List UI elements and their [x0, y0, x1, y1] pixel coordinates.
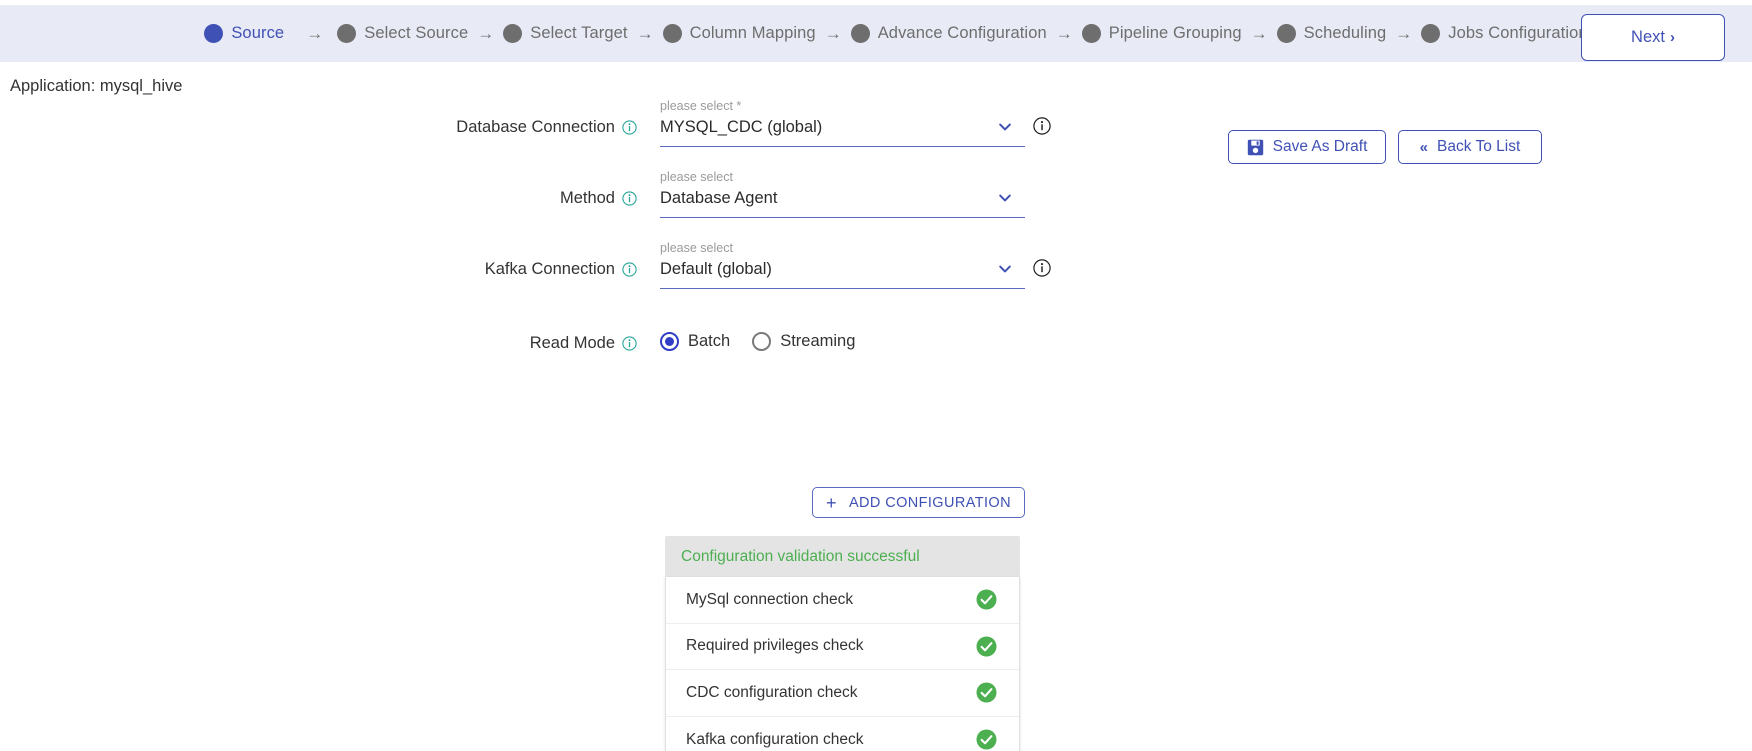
validation-check-label: MySql connection check [686, 590, 854, 608]
step-label: Column Mapping [689, 24, 816, 42]
kafka-connection-field: please select Default (global) [660, 241, 1025, 289]
radio-unselected-icon [752, 332, 772, 351]
check-circle-success-icon [976, 682, 997, 703]
step-source[interactable]: Source [204, 24, 284, 43]
step-label: Scheduling [1303, 24, 1387, 42]
next-button[interactable]: Next › [1581, 14, 1725, 61]
next-button-label: Next [1631, 28, 1665, 46]
validation-check-label: Kafka configuration check [686, 730, 864, 748]
step-jobs-configuration[interactable]: Jobs Configuration [1421, 24, 1588, 43]
step-arrow-icon: → [306, 23, 324, 43]
kafka-connection-help-icon[interactable] [622, 262, 637, 277]
chevron-down-icon[interactable] [997, 261, 1013, 277]
database-connection-caption: please select * [660, 99, 742, 113]
validation-row: CDC configuration check [666, 670, 1019, 717]
kafka-connection-select[interactable]: Default (global) [660, 259, 1025, 289]
step-label: Jobs Configuration [1448, 24, 1588, 42]
check-circle-success-icon [976, 589, 997, 610]
method-label: Method [559, 189, 615, 207]
step-label: Source [231, 24, 285, 42]
plus-icon: + [826, 492, 837, 513]
kafka-connection-value: Default (global) [660, 260, 772, 278]
chevron-down-icon[interactable] [997, 119, 1013, 135]
step-scheduling[interactable]: Scheduling [1276, 24, 1387, 43]
add-configuration-button[interactable]: + ADD CONFIGURATION [812, 487, 1025, 518]
step-dot-icon [1421, 24, 1441, 43]
chevron-down-icon[interactable] [997, 190, 1013, 206]
read-mode-label: Read Mode [529, 334, 615, 352]
step-select-target[interactable]: Select Target [503, 24, 627, 43]
check-circle-success-icon [976, 729, 997, 750]
step-dot-icon [1276, 24, 1296, 43]
validation-check-label: CDC configuration check [686, 683, 858, 701]
stepper-track: Source → Select Source → Select Target →… [0, 5, 1752, 62]
source-configuration-page: Source → Select Source → Select Target →… [0, 0, 1752, 751]
floppy-disk-icon [1247, 139, 1264, 156]
method-select[interactable]: Database Agent [660, 188, 1025, 218]
kafka-connection-label: Kafka Connection [484, 260, 615, 278]
add-configuration-label: ADD CONFIGURATION [848, 494, 1011, 511]
database-connection-label: Database Connection [456, 118, 615, 136]
validation-row: Kafka configuration check [666, 717, 1019, 751]
check-circle-success-icon [976, 636, 997, 657]
validation-check-label: Required privileges check [686, 637, 864, 655]
step-dot-icon [850, 24, 870, 43]
step-pipeline-grouping[interactable]: Pipeline Grouping [1081, 24, 1242, 43]
validation-row: MySql connection check [666, 577, 1019, 624]
database-connection-value: MYSQL_CDC (global) [660, 118, 823, 136]
validation-row: Required privileges check [666, 624, 1019, 670]
wizard-stepper-bar: Source → Select Source → Select Target →… [0, 5, 1752, 62]
method-caption: please select [660, 170, 733, 184]
step-label: Select Target [530, 24, 628, 42]
validation-panel: Configuration validation successful MySq… [665, 536, 1020, 751]
database-connection-select[interactable]: MYSQL_CDC (global) [660, 117, 1025, 147]
database-connection-help-icon[interactable] [622, 120, 637, 135]
save-as-draft-label: Save As Draft [1272, 138, 1368, 155]
back-to-list-button[interactable]: « Back To List [1398, 130, 1542, 164]
kafka-connection-caption: please select [660, 241, 733, 255]
read-mode-help-icon[interactable] [622, 336, 637, 351]
step-column-mapping[interactable]: Column Mapping [662, 24, 816, 43]
chevron-right-icon: › [1669, 29, 1675, 46]
read-mode-option-label: Batch [688, 332, 731, 350]
read-mode-option-batch[interactable]: Batch [660, 332, 730, 351]
save-as-draft-button[interactable]: Save As Draft [1228, 130, 1386, 164]
back-to-list-label: Back To List [1437, 138, 1521, 155]
method-value: Database Agent [660, 189, 778, 207]
validation-check-list: MySql connection check Required privileg… [665, 577, 1020, 751]
step-dot-icon [503, 24, 523, 43]
step-label: Select Source [364, 24, 469, 42]
step-arrow-icon: → [636, 23, 654, 43]
method-field: please select Database Agent [660, 170, 1025, 218]
read-mode-radio-group: Batch Streaming [660, 332, 855, 351]
step-label: Advance Configuration [877, 24, 1047, 42]
database-connection-field: please select * MYSQL_CDC (global) [660, 99, 1025, 147]
step-arrow-icon: → [477, 23, 495, 43]
step-arrow-icon: → [1395, 23, 1413, 43]
step-dot-icon [1081, 24, 1101, 43]
step-label: Pipeline Grouping [1108, 24, 1242, 42]
step-select-source[interactable]: Select Source [337, 24, 468, 43]
radio-selected-icon [660, 332, 679, 351]
step-arrow-icon: → [1055, 23, 1073, 43]
kafka-connection-info-icon[interactable] [1033, 259, 1051, 277]
step-arrow-icon: → [824, 23, 842, 43]
read-mode-option-label: Streaming [780, 332, 856, 350]
step-dot-icon [662, 24, 682, 43]
method-help-icon[interactable] [622, 191, 637, 206]
read-mode-option-streaming[interactable]: Streaming [752, 332, 855, 351]
step-dot-icon [337, 24, 357, 43]
database-connection-info-icon[interactable] [1033, 117, 1051, 135]
validation-title: Configuration validation successful [665, 536, 1020, 577]
step-dot-icon [204, 24, 224, 43]
step-advance-configuration[interactable]: Advance Configuration [850, 24, 1047, 43]
step-arrow-icon: → [1250, 23, 1268, 43]
double-chevron-left-icon: « [1419, 138, 1429, 156]
application-title: Application: mysql_hive [10, 77, 183, 95]
